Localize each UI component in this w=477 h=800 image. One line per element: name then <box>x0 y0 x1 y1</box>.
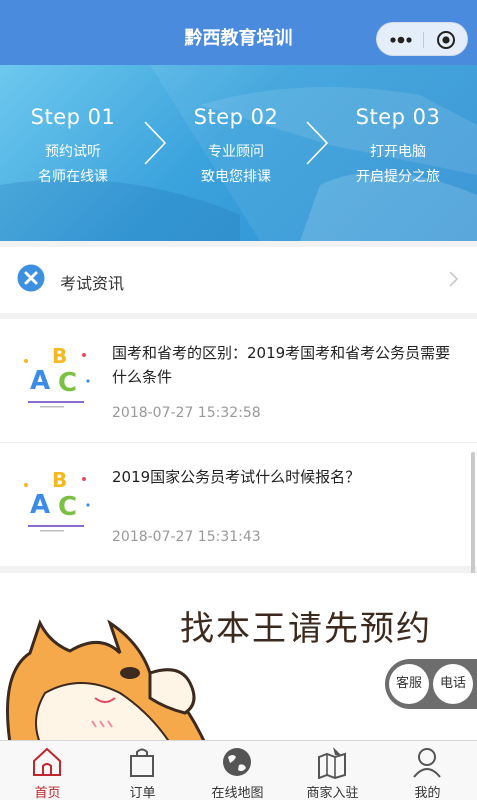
tab-map[interactable]: 在线地图 <box>190 741 285 800</box>
step-line1: 打开电脑 <box>370 144 426 160</box>
step-line1: 预约试听 <box>45 144 101 160</box>
svg-text:A: A <box>30 366 50 396</box>
step-number: Step 02 <box>193 105 279 129</box>
news-date: 2018-07-27 15:32:58 <box>112 405 261 421</box>
step-3: Step 03 打开电脑 开启提分之旅 <box>318 105 477 186</box>
tab-label: 商家入驻 <box>306 786 359 800</box>
target-circle-icon[interactable] <box>436 30 456 50</box>
more-dots-icon[interactable] <box>389 32 413 48</box>
step-1: Step 01 预约试听 名师在线课 <box>0 105 153 186</box>
news-section-label: 考试资讯 <box>60 274 125 293</box>
phone-button[interactable]: 电话 <box>433 664 473 704</box>
abc-blocks-image: B A C <box>24 344 90 408</box>
home-icon <box>33 747 61 776</box>
svg-text:C: C <box>58 492 77 522</box>
step-2: Step 02 专业顾问 致电您排课 <box>156 105 316 186</box>
news-date: 2018-07-27 15:31:43 <box>112 529 261 545</box>
svg-text:B: B <box>52 344 67 368</box>
step-number: Step 01 <box>30 105 116 129</box>
svg-text:C: C <box>58 368 77 398</box>
mini-program-capsule <box>376 22 468 56</box>
app-screen: 黔西教育培训 Step 01 预约试听 名师在线课 Step 02 专业顾问 致… <box>0 0 477 800</box>
scrollbar[interactable] <box>471 452 475 576</box>
steps-banner[interactable]: Step 01 预约试听 名师在线课 Step 02 专业顾问 致电您排课 St… <box>0 65 477 241</box>
nav-header: 黔西教育培训 <box>0 0 477 65</box>
capsule-divider <box>423 32 424 48</box>
customer-service-button[interactable]: 客服 <box>389 664 429 704</box>
news-item[interactable]: B A C 2019国家公务员考试什么时候报名？ 2018-07-27 15:3… <box>0 443 477 566</box>
step-line2: 开启提分之旅 <box>356 169 440 185</box>
news-list: B A C 国考和省考的区别：2019考国考和省考公务员需要什么条件 2018-… <box>0 319 477 566</box>
tab-orders[interactable]: 订单 <box>95 741 190 800</box>
svg-text:A: A <box>30 490 50 520</box>
shiba-dog-illustration <box>6 619 206 740</box>
bottom-tabbar: 首页 订单 在线地图 商家入驻 我的 <box>0 740 477 800</box>
tab-merchant[interactable]: 商家入驻 <box>285 741 380 800</box>
step-line1: 专业顾问 <box>208 144 264 160</box>
news-title: 2019国家公务员考试什么时候报名？ <box>112 468 361 486</box>
tab-label: 订单 <box>129 786 156 800</box>
news-item[interactable]: B A C 国考和省考的区别：2019考国考和省考公务员需要什么条件 2018-… <box>0 319 477 443</box>
map-globe-icon <box>223 748 251 776</box>
step-line2: 致电您排课 <box>201 169 271 185</box>
abc-blocks-image: B A C <box>24 468 90 532</box>
promo-banner[interactable]: 找本王请先预约 <box>0 573 477 740</box>
tab-home[interactable]: 首页 <box>0 741 95 800</box>
tab-label: 在线地图 <box>211 786 264 800</box>
floating-contact: 客服 电话 <box>385 659 477 709</box>
news-section-header[interactable]: 考试资讯 <box>0 247 477 313</box>
chevron-right-icon <box>449 271 459 287</box>
user-icon <box>413 748 441 778</box>
store-map-icon <box>318 747 346 779</box>
x-circle-icon <box>17 264 45 292</box>
shopping-bag-icon <box>130 748 154 777</box>
tab-label: 我的 <box>414 786 441 800</box>
tab-label: 首页 <box>34 786 61 800</box>
step-line2: 名师在线课 <box>38 169 108 185</box>
news-title: 国考和省考的区别：2019考国考和省考公务员需要什么条件 <box>112 344 451 386</box>
svg-text:B: B <box>52 468 67 492</box>
step-number: Step 03 <box>355 105 441 129</box>
tab-mine[interactable]: 我的 <box>380 741 475 800</box>
